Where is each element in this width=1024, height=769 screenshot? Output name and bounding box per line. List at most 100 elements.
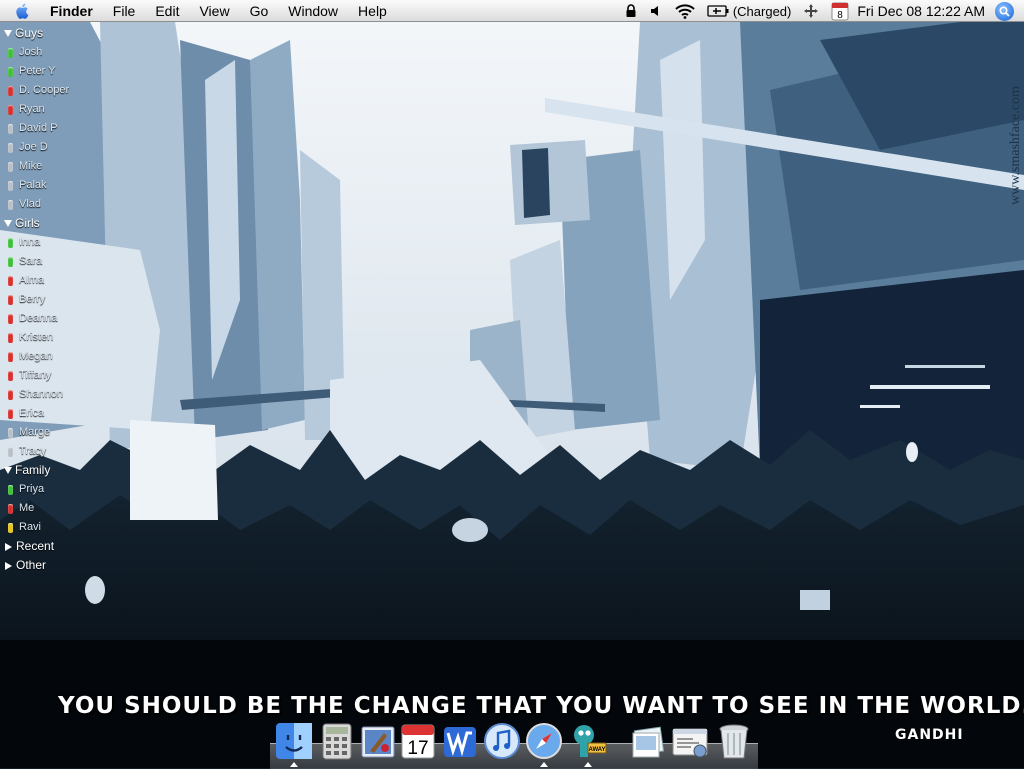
status-green-icon <box>8 256 13 267</box>
buddy-item[interactable]: Berry <box>0 290 110 309</box>
buddy-item[interactable]: Tracy <box>0 442 110 461</box>
buddy-group-family[interactable]: Family <box>0 461 110 480</box>
menu-edit[interactable]: Edit <box>145 0 189 22</box>
wallpaper-watermark: www.smashface.com <box>1008 86 1023 205</box>
buddy-item[interactable]: Deanna <box>0 309 110 328</box>
buddy-name: Ravi <box>19 521 42 533</box>
status-red-icon <box>8 85 13 96</box>
buddy-name: Kristen <box>19 331 54 343</box>
buddy-item[interactable]: Erica <box>0 404 110 423</box>
buddy-name: Palak <box>19 179 47 191</box>
buddy-name: Josh <box>19 46 43 58</box>
buddy-name: David P <box>19 122 58 134</box>
calculator-icon[interactable] <box>317 721 357 761</box>
spotlight-icon[interactable] <box>995 1 1014 21</box>
menu-bar: Finder File Edit View Go Window Help (Ch… <box>0 0 1024 22</box>
battery-icon[interactable]: (Charged) <box>707 3 792 19</box>
menubar-clock[interactable]: Fri Dec 08 12:22 AM <box>857 3 985 19</box>
buddy-item[interactable]: Peter Y <box>0 62 110 81</box>
menu-app-finder[interactable]: Finder <box>40 0 103 22</box>
buddy-name: Berry <box>19 293 46 305</box>
buddy-group-label: Recent <box>16 539 55 553</box>
trash-icon[interactable] <box>714 721 754 761</box>
wallpaper-quote: YOU SHOULD BE THE CHANGE THAT YOU WANT T… <box>58 693 1024 719</box>
buddy-item[interactable]: Mike <box>0 157 110 176</box>
menu-view[interactable]: View <box>189 0 239 22</box>
buddy-name: Deanna <box>19 312 58 324</box>
buddy-group-recent[interactable]: Recent <box>0 537 110 556</box>
buddy-item[interactable]: Palak <box>0 176 110 195</box>
status-red-icon <box>8 332 13 343</box>
buddy-group-guys[interactable]: Guys <box>0 24 110 43</box>
disclosure-open-icon[interactable] <box>4 30 12 37</box>
move-icon[interactable] <box>803 3 819 19</box>
desktop-wallpaper <box>0 0 1024 768</box>
preview-icon[interactable] <box>628 721 668 761</box>
calendar-menu-icon[interactable]: 8 <box>831 2 849 21</box>
buddy-name: Megan <box>19 350 53 362</box>
status-red-icon <box>8 408 13 419</box>
lock-icon[interactable] <box>625 4 637 18</box>
buddy-name: Alma <box>19 274 45 286</box>
word-icon[interactable] <box>440 721 480 761</box>
status-gray-icon <box>8 142 13 153</box>
disclosure-closed-icon[interactable] <box>5 542 12 551</box>
itunes-icon[interactable] <box>482 721 522 761</box>
status-green-icon <box>8 47 13 58</box>
buddy-group-label: Girls <box>15 216 40 230</box>
menu-help[interactable]: Help <box>348 0 397 22</box>
status-green-icon <box>8 237 13 248</box>
buddy-item[interactable]: Kristen <box>0 328 110 347</box>
buddy-item[interactable]: Me <box>0 499 110 518</box>
buddy-item[interactable]: Marge <box>0 423 110 442</box>
battery-status: (Charged) <box>732 3 792 19</box>
buddy-item[interactable]: D. Cooper <box>0 81 110 100</box>
safari-running-indicator <box>540 762 548 767</box>
buddy-item[interactable]: Shannon <box>0 385 110 404</box>
buddy-group-girls[interactable]: Girls <box>0 214 110 233</box>
buddy-item[interactable]: David P <box>0 119 110 138</box>
adium-running-indicator <box>584 762 592 767</box>
buddy-group-other[interactable]: Other <box>0 556 110 575</box>
buddy-item[interactable]: Sara <box>0 252 110 271</box>
buddy-item[interactable]: Ravi <box>0 518 110 537</box>
menu-go[interactable]: Go <box>240 0 279 22</box>
disclosure-open-icon[interactable] <box>4 220 12 227</box>
status-green-icon <box>8 66 13 77</box>
buddy-name: Erica <box>19 407 45 419</box>
status-red-icon <box>8 370 13 381</box>
buddy-name: Tracy <box>19 445 47 457</box>
buddy-list: Guys Josh Peter Y D. Cooper Ryan David P Joe D… <box>0 24 110 575</box>
status-red-icon <box>8 275 13 286</box>
status-gray-icon <box>8 427 13 438</box>
ical-date: 17 <box>407 738 428 759</box>
buddy-item[interactable]: Josh <box>0 43 110 62</box>
status-red-icon <box>8 294 13 305</box>
apple-menu-icon[interactable] <box>14 2 32 20</box>
safari-icon[interactable] <box>524 721 564 761</box>
adium-icon[interactable]: AWAY <box>568 721 608 761</box>
buddy-name: Ryan <box>19 103 45 115</box>
status-red-icon <box>8 389 13 400</box>
buddy-item[interactable]: Tiffany <box>0 366 110 385</box>
menu-window[interactable]: Window <box>278 0 348 22</box>
buddy-item[interactable]: Ryan <box>0 100 110 119</box>
mail-icon[interactable] <box>358 721 398 761</box>
svg-text:www.smashface.com: www.smashface.com <box>1008 86 1023 205</box>
disclosure-open-icon[interactable] <box>4 467 12 474</box>
buddy-name: Vlad <box>19 198 42 210</box>
volume-icon[interactable] <box>649 4 663 18</box>
buddy-item[interactable]: Vlad <box>0 195 110 214</box>
menu-file[interactable]: File <box>103 0 146 22</box>
buddy-name: Peter Y <box>19 65 56 77</box>
wifi-icon[interactable] <box>675 3 695 19</box>
buddy-item[interactable]: Priya <box>0 480 110 499</box>
system-profiler-icon[interactable] <box>670 721 710 761</box>
buddy-item[interactable]: Megan <box>0 347 110 366</box>
buddy-item[interactable]: Alma <box>0 271 110 290</box>
buddy-item[interactable]: Inna <box>0 233 110 252</box>
finder-icon[interactable] <box>274 721 314 761</box>
ical-icon[interactable]: 17 <box>398 721 438 761</box>
disclosure-closed-icon[interactable] <box>5 561 12 570</box>
buddy-item[interactable]: Joe D <box>0 138 110 157</box>
